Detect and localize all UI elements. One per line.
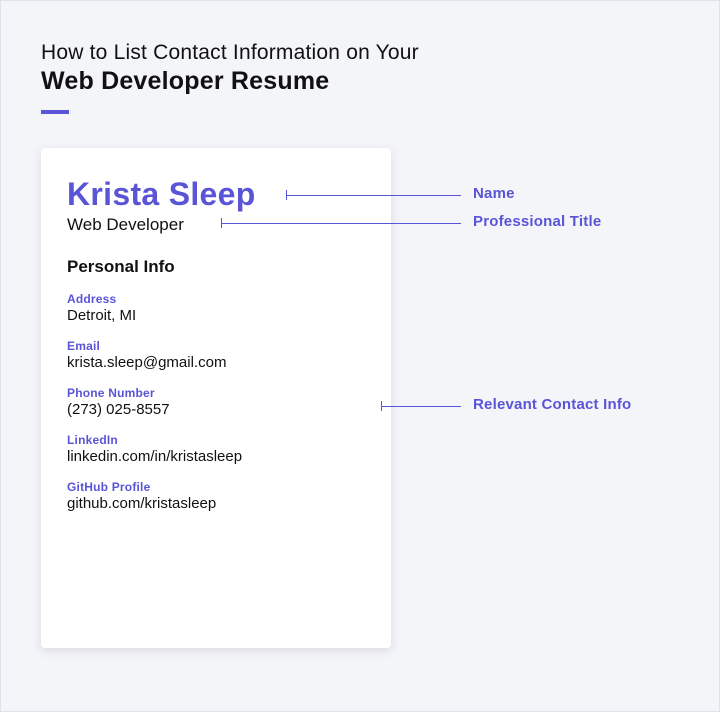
github-label: GitHub Profile: [67, 480, 365, 494]
diagram-stage: Krista Sleep Web Developer Personal Info…: [41, 148, 679, 658]
phone-value: (273) 025-8557: [67, 401, 365, 418]
phone-label: Phone Number: [67, 386, 365, 400]
linkedin-value: linkedin.com/in/kristasleep: [67, 448, 365, 465]
header-subtitle: How to List Contact Information on Your: [41, 41, 679, 65]
section-heading: Personal Info: [67, 257, 365, 277]
address-label: Address: [67, 292, 365, 306]
email-value: krista.sleep@gmail.com: [67, 354, 365, 371]
annotation-contact: Relevant Contact Info: [473, 396, 631, 413]
resume-title: Web Developer: [67, 215, 365, 235]
annot-line: [221, 223, 461, 224]
annotation-name: Name: [473, 185, 515, 202]
email-label: Email: [67, 339, 365, 353]
annot-line: [381, 406, 461, 407]
github-value: github.com/kristasleep: [67, 495, 365, 512]
accent-bar: [41, 110, 69, 114]
address-value: Detroit, MI: [67, 307, 365, 324]
linkedin-label: LinkedIn: [67, 433, 365, 447]
header-title: Web Developer Resume: [41, 67, 679, 96]
annotation-title: Professional Title: [473, 213, 601, 230]
annot-line: [286, 195, 461, 196]
